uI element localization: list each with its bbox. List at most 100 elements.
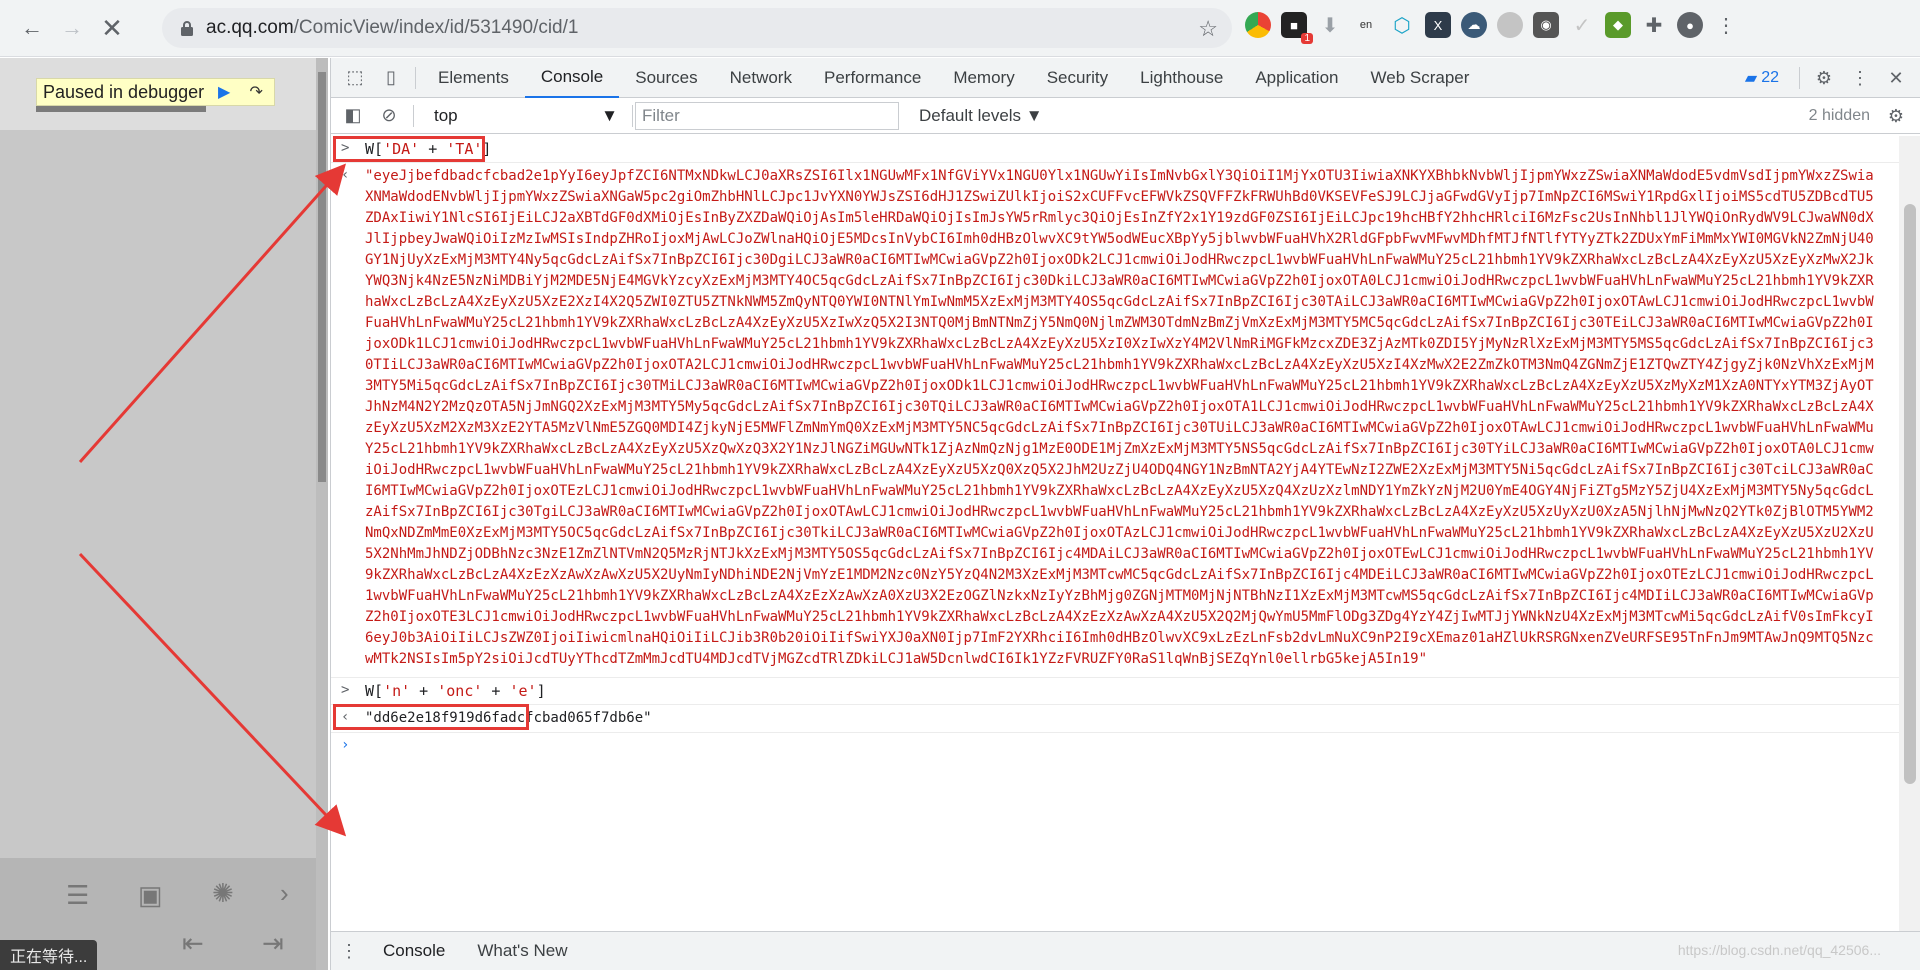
drawer-menu-icon[interactable]: ⋮ bbox=[331, 933, 367, 969]
code-token: + bbox=[482, 682, 510, 700]
console-settings-icon[interactable]: ⚙ bbox=[1878, 98, 1914, 134]
stop-loading-icon[interactable]: ✕ bbox=[92, 8, 132, 48]
url-text: ac.qq.com/ComicView/index/id/531490/cid/… bbox=[206, 17, 579, 38]
console-output: > W['DA' + 'TA'] ‹ "eyeJjbefdbadcfcbad2e… bbox=[331, 136, 1899, 931]
console-command-2: > W['n' + 'onc' + 'e'] bbox=[331, 678, 1899, 705]
console-input-line[interactable]: › bbox=[331, 733, 1899, 761]
download-icon[interactable]: ⬇ bbox=[1317, 12, 1343, 38]
circle-extension-icon[interactable] bbox=[1497, 12, 1523, 38]
context-selector[interactable]: top ▼ bbox=[426, 102, 626, 130]
devtools-tabbar: ⬚ ▯ Elements Console Sources Network Perform… bbox=[331, 58, 1920, 98]
page-scrollbar-thumb[interactable] bbox=[318, 72, 326, 482]
browser-toolbar: ← → ✕ ac.qq.com/ComicView/index/id/53149… bbox=[0, 0, 1920, 57]
close-devtools-icon[interactable]: ✕ bbox=[1878, 60, 1914, 96]
more-options-icon[interactable]: ⋮ bbox=[1842, 60, 1878, 96]
context-value: top bbox=[434, 105, 458, 125]
result-arrow-icon: ‹ bbox=[341, 167, 350, 183]
tab-application[interactable]: Application bbox=[1239, 58, 1354, 98]
drawer-tab-what-s-new[interactable]: What's New bbox=[461, 932, 583, 971]
loading-status: 正在等待... bbox=[0, 940, 98, 970]
lock-icon bbox=[181, 21, 193, 36]
result-arrow-icon: ‹ bbox=[341, 709, 350, 725]
inspect-element-icon[interactable]: ⬚ bbox=[337, 60, 373, 96]
expand-arrow-icon[interactable]: › bbox=[280, 878, 289, 909]
code-token: ] bbox=[482, 140, 492, 158]
page-viewport: Paused in debugger ▶ ↷ ☰ ▣ ✺ › ⇤ ⇥ 正在等待.… bbox=[0, 58, 328, 970]
filter-input[interactable] bbox=[635, 102, 899, 130]
watermark: https://blog.csdn.net/qq_42506... bbox=[1677, 942, 1881, 958]
forward-icon[interactable]: → bbox=[52, 8, 92, 48]
command-text: W['DA' + 'TA'] bbox=[365, 136, 1899, 162]
next-chapter-icon[interactable]: ⇥ bbox=[262, 928, 284, 959]
light-bulb-icon[interactable]: ✺ bbox=[212, 878, 234, 909]
issues-icon: ▰ bbox=[1744, 70, 1758, 87]
more-menu-icon[interactable]: ⋮ bbox=[1713, 12, 1739, 38]
extension-badge-icon[interactable]: ■ 1 bbox=[1281, 12, 1313, 44]
string-literal: 'n' bbox=[383, 682, 411, 700]
toolbar-separator bbox=[413, 104, 414, 127]
hexagon-extension-icon[interactable]: ⬡ bbox=[1389, 12, 1415, 38]
console-result-1: ‹ "eyeJjbefdbadcfcbad2e1pYyI6eyJpfZCI6NT… bbox=[331, 163, 1899, 678]
tab-web-scraper[interactable]: Web Scraper bbox=[1355, 58, 1486, 98]
dropdown-arrow-icon: ▼ bbox=[601, 105, 618, 125]
issues-counter[interactable]: ▰ 22 bbox=[1745, 68, 1779, 88]
toolbar-separator-2 bbox=[632, 104, 633, 127]
device-toggle-icon[interactable]: ▯ bbox=[373, 60, 409, 96]
code-token: W[ bbox=[365, 682, 384, 700]
bookmark-star-icon[interactable]: ☆ bbox=[1198, 16, 1218, 42]
command-text: W['n' + 'onc' + 'e'] bbox=[365, 678, 1899, 704]
resume-icon[interactable]: ▶ bbox=[212, 82, 236, 102]
result-text[interactable]: "dd6e2e18f919d6fadcfcbad065f7db6e" bbox=[365, 705, 1899, 732]
tab-performance[interactable]: Performance bbox=[808, 58, 937, 98]
view-mode-icon[interactable]: ▣ bbox=[138, 880, 163, 911]
tab-separator bbox=[415, 66, 416, 89]
step-over-icon[interactable]: ↷ bbox=[244, 82, 268, 102]
string-literal: 'DA' bbox=[383, 140, 420, 158]
console-scrollbar[interactable] bbox=[1899, 136, 1920, 931]
clear-console-icon[interactable]: ⊘ bbox=[371, 98, 407, 134]
result-text[interactable]: "eyeJjbefdbadcfcbad2e1pYyI6eyJpfZCI6NTMx… bbox=[365, 163, 1899, 677]
back-icon[interactable]: ← bbox=[12, 8, 52, 48]
console-scrollbar-thumb[interactable] bbox=[1904, 204, 1916, 784]
x-extension-icon[interactable]: X bbox=[1425, 12, 1451, 38]
tab-console[interactable]: Console bbox=[524, 58, 620, 98]
previous-chapter-icon[interactable]: ⇤ bbox=[182, 928, 204, 959]
tab-network[interactable]: Network bbox=[714, 58, 808, 98]
console-result-2: ‹ "dd6e2e18f919d6fadcfcbad065f7db6e" bbox=[331, 705, 1899, 733]
tab-elements[interactable]: Elements bbox=[422, 58, 525, 98]
log-levels-dropdown[interactable]: Default levels ▼ bbox=[919, 98, 1043, 134]
devtools-drawer: ⋮ Console What's New https://blog.csdn.ne… bbox=[331, 931, 1920, 970]
code-token: + bbox=[410, 682, 438, 700]
profile-avatar-icon[interactable]: ● bbox=[1677, 12, 1703, 38]
string-literal: 'TA' bbox=[446, 140, 483, 158]
devtools-panel: ⬚ ▯ Elements Console Sources Network Perform… bbox=[330, 58, 1920, 970]
console-command-1: > W['DA' + 'TA'] bbox=[331, 136, 1899, 163]
code-token: + bbox=[419, 140, 447, 158]
tab-security[interactable]: Security bbox=[1031, 58, 1124, 98]
drawer-tabs: Console What's New bbox=[367, 932, 584, 971]
devtools-actions: ▰ 22 ⚙ ⋮ ✕ bbox=[1745, 58, 1920, 98]
string-literal: 'e' bbox=[509, 682, 537, 700]
translate-icon[interactable]: en bbox=[1353, 12, 1379, 38]
chrome-extension-icon[interactable] bbox=[1245, 12, 1271, 38]
page-header: Paused in debugger ▶ ↷ bbox=[0, 58, 316, 130]
puzzle-icon[interactable]: ✚ bbox=[1641, 12, 1667, 38]
page-scrollbar[interactable] bbox=[316, 58, 328, 970]
tab-sources[interactable]: Sources bbox=[619, 58, 713, 98]
paused-debugger-label: Paused in debugger bbox=[43, 81, 205, 102]
issues-count: 22 bbox=[1761, 69, 1779, 86]
input-prompt-icon: > bbox=[341, 682, 350, 698]
address-bar[interactable]: ac.qq.com/ComicView/index/id/531490/cid/… bbox=[162, 8, 1232, 48]
sidebar-toggle-icon[interactable]: ◧ bbox=[335, 98, 371, 134]
camera-extension-icon[interactable]: ◉ bbox=[1533, 12, 1559, 38]
tab-lighthouse[interactable]: Lighthouse bbox=[1124, 58, 1239, 98]
cloud-extension-icon[interactable]: ☁ bbox=[1461, 12, 1487, 38]
hidden-messages-count: 2 hidden bbox=[1808, 107, 1870, 124]
drawer-tab-console[interactable]: Console bbox=[367, 932, 461, 971]
console-toolbar: ◧ ⊘ top ▼ 👁 Default levels ▼ 2 hidden ⚙ bbox=[331, 98, 1920, 134]
check-extension-icon[interactable]: ✓ bbox=[1569, 12, 1595, 38]
catalog-icon[interactable]: ☰ bbox=[66, 880, 89, 911]
tab-memory[interactable]: Memory bbox=[937, 58, 1030, 98]
cube-extension-icon[interactable]: ◆ bbox=[1605, 12, 1631, 38]
settings-gear-icon[interactable]: ⚙ bbox=[1806, 60, 1842, 96]
